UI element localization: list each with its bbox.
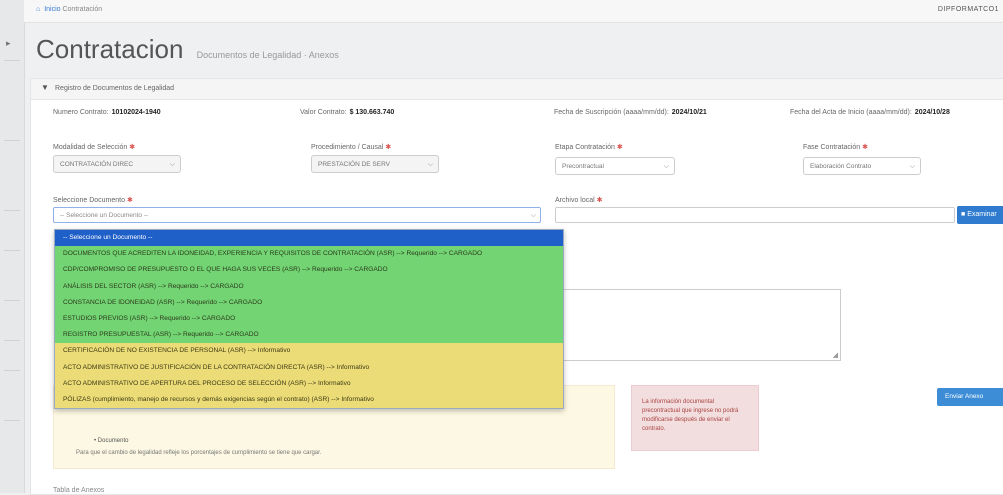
chevron-down-icon: ⌵ [169, 161, 175, 168]
dropdown-option[interactable]: ESTUDIOS PREVIOS (ASR) --> Requerido -->… [55, 310, 563, 328]
dropdown-option[interactable]: PÓLIZAS (cumplimiento, manejo de recurso… [55, 391, 563, 409]
sidebar-divider [4, 420, 20, 421]
start-date-label: Fecha del Acta de Inicio (aaaa/mm/dd): [790, 109, 912, 116]
chevron-down-icon: ⌵ [530, 212, 536, 219]
subscription-date-value: 2024/10/21 [671, 109, 707, 116]
fase-label-text: Fase Contratación [803, 144, 861, 151]
chevron-down-icon: ⌵ [909, 163, 915, 170]
documento-select-placeholder: -- Seleccione un Documento -- [60, 212, 149, 219]
page-title: Contratacion Documentos de Legalidad · A… [36, 34, 339, 65]
documento-select[interactable]: -- Seleccione un Documento -- ⌵ [53, 207, 541, 223]
hint-note: Para que el cambio de legalidad refleje … [76, 450, 322, 456]
archivo-input[interactable] [555, 207, 955, 223]
breadcrumb: ⌂ Inicio Contratación [36, 6, 102, 13]
sidebar-divider [4, 340, 20, 341]
contract-value-value: $ 130.663.740 [349, 109, 395, 116]
required-mark: ✱ [616, 144, 623, 151]
caret-down-icon[interactable]: ▼ [41, 83, 49, 92]
sidebar-divider [4, 210, 20, 211]
dropdown-option[interactable]: CDP/COMPROMISO DE PRESUPUESTO O EL QUE H… [55, 262, 563, 279]
procedimiento-label: Procedimiento / Causal ✱ [311, 143, 391, 151]
procedimiento-select[interactable]: PRESTACIÓN DE SERV ⌵ [311, 155, 439, 173]
fase-label: Fase Contratación ✱ [803, 143, 868, 151]
sidebar-divider [4, 140, 20, 141]
dropdown-option[interactable]: -- Seleccione un Documento -- [55, 230, 563, 247]
contract-number-info: Numero Contrato: 10102024-1940 [53, 109, 161, 116]
required-mark: ✱ [126, 197, 133, 204]
chevron-down-icon: ⌵ [427, 161, 433, 168]
procedimiento-label-text: Procedimiento / Causal [311, 144, 384, 151]
dropdown-option[interactable]: REGISTRO PRESUPUESTAL (ASR) --> Requerid… [55, 327, 563, 344]
archivo-label-text: Archivo local [555, 197, 595, 204]
sidebar-divider [4, 60, 20, 61]
fase-select-value: Elaboración Contrato [810, 163, 872, 170]
etapa-label-text: Etapa Contratación [555, 144, 615, 151]
contract-number-value: 10102024-1940 [111, 109, 161, 116]
dropdown-option[interactable]: DOCUMENTOS QUE ACREDITEN LA IDONEIDAD, E… [55, 246, 563, 263]
modalidad-label: Modalidad de Selección ✱ [53, 143, 135, 151]
etapa-select[interactable]: Precontractual ⌵ [555, 157, 675, 175]
sidebar-divider [4, 250, 20, 251]
panel-heading-text: Registro de Documentos de Legalidad [55, 85, 175, 92]
required-mark: ✱ [862, 144, 869, 151]
hint-bullet: • Documento [94, 438, 129, 444]
resize-handle-icon[interactable]: ◢ [833, 351, 838, 359]
examinar-button[interactable]: ■ Examinar [957, 206, 1003, 224]
home-icon: ⌂ [36, 6, 41, 13]
start-date-info: Fecha del Acta de Inicio (aaaa/mm/dd): 20… [790, 109, 950, 116]
contract-value-info: Valor Contrato: $ 130.663.740 [300, 109, 394, 116]
chevron-down-icon: ⌵ [663, 163, 669, 170]
subscription-date-label: Fecha de Suscripción (aaaa/mm/dd): [554, 109, 669, 116]
sidebar-collapse-icon[interactable]: ▸ [6, 38, 11, 49]
danger-hint-box: La información documental precontractual… [631, 385, 759, 451]
required-mark: ✱ [596, 197, 603, 204]
dropdown-option[interactable]: CERTIFICACIÓN DE NO EXISTENCIA DE PERSON… [55, 343, 563, 360]
enviar-anexo-button[interactable]: Enviar Anexo [937, 388, 1003, 406]
documento-label: Seleccione Documento ✱ [53, 196, 133, 204]
top-bar: ⌂ Inicio Contratación DIPFORMATCO1 [24, 0, 1003, 23]
examinar-button-label: Examinar [967, 211, 997, 218]
required-mark: ✱ [129, 144, 136, 151]
modalidad-select-value: CONTRATACIÓN DIREC [60, 161, 134, 168]
documento-label-text: Seleccione Documento [53, 197, 125, 204]
start-date-value: 2024/10/28 [914, 109, 950, 116]
dropdown-option[interactable]: CONSTANCIA DE IDONEIDAD (ASR) --> Requer… [55, 294, 563, 311]
documento-dropdown-list: -- Seleccione un Documento -- DOCUMENTOS … [54, 229, 564, 410]
dropdown-option[interactable]: ANÁLISIS DEL SECTOR (ASR) --> Requerido … [55, 278, 563, 295]
dropdown-option[interactable]: ACTO ADMINISTRATIVO DE JUSTIFICACIÓN DE … [55, 359, 563, 376]
folder-icon: ■ [961, 211, 966, 218]
contract-value-label: Valor Contrato: [300, 109, 347, 116]
observaciones-textarea[interactable]: ◢ [553, 289, 841, 361]
required-mark: ✱ [385, 144, 392, 151]
sidebar-divider [4, 300, 20, 301]
user-name[interactable]: DIPFORMATCO1 [938, 6, 999, 13]
modalidad-select[interactable]: CONTRATACIÓN DIREC ⌵ [53, 155, 181, 173]
breadcrumb-home-link[interactable]: Inicio [44, 6, 60, 13]
dropdown-option[interactable]: ACTO ADMINISTRATIVO DE APERTURA DEL PROC… [55, 375, 563, 392]
archivo-label: Archivo local ✱ [555, 196, 603, 204]
modalidad-label-text: Modalidad de Selección [53, 144, 128, 151]
subscription-date-info: Fecha de Suscripción (aaaa/mm/dd): 2024/1… [554, 109, 707, 116]
left-sidebar: ▸ [0, 0, 25, 493]
panel-heading[interactable]: ▼ Registro de Documentos de Legalidad [31, 79, 1003, 100]
breadcrumb-current: Contratación [62, 6, 103, 13]
fase-select[interactable]: Elaboración Contrato ⌵ [803, 157, 921, 175]
page-title-text: Contratacion [36, 34, 184, 64]
contract-number-label: Numero Contrato: [53, 109, 109, 116]
etapa-label: Etapa Contratación ✱ [555, 143, 623, 151]
procedimiento-select-value: PRESTACIÓN DE SERV [318, 161, 390, 168]
page-subtitle: Documentos de Legalidad · Anexos [196, 50, 339, 60]
etapa-select-value: Precontractual [562, 163, 604, 170]
sidebar-divider [4, 370, 20, 371]
